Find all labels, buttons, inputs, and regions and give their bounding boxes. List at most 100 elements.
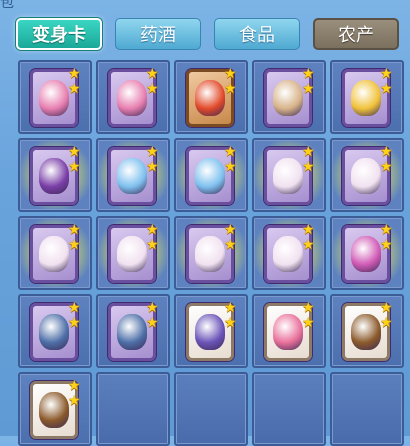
inventory-slot[interactable]: ★ ★ (96, 60, 170, 134)
category-tabs: 变身卡 药酒 食品 农产 (0, 0, 410, 60)
star-icon: ★ (302, 81, 315, 97)
star-icon: ★ (380, 81, 393, 97)
bat-girl-icon (195, 236, 225, 272)
armored-knight-icon (117, 314, 147, 350)
inventory-slot[interactable]: ★ ★ (252, 138, 326, 212)
star-rating: ★ ★ (146, 223, 162, 252)
star-icon: ★ (302, 66, 315, 82)
tab-food[interactable]: 食品 (214, 18, 300, 50)
star-icon: ★ (68, 222, 81, 238)
inventory-slot[interactable]: ★ ★ (18, 138, 92, 212)
inventory-slot[interactable]: ★ ★ (252, 294, 326, 368)
star-rating: ★ ★ (68, 67, 84, 96)
star-icon: ★ (380, 237, 393, 253)
bat-girl-icon (117, 236, 147, 272)
blue-fairy-icon (195, 158, 225, 194)
star-icon: ★ (146, 315, 159, 331)
star-rating: ★ ★ (380, 301, 396, 330)
star-rating: ★ ★ (224, 301, 240, 330)
star-icon: ★ (224, 315, 237, 331)
tab-farm-produce[interactable]: 农产 (313, 18, 399, 50)
brown-bear-icon (39, 392, 69, 428)
star-rating: ★ ★ (224, 67, 240, 96)
star-icon: ★ (224, 144, 237, 160)
witch-icon (39, 158, 69, 194)
pink-witch-icon (351, 236, 381, 272)
star-icon: ★ (380, 222, 393, 238)
inventory-slot[interactable]: ★ ★ (18, 216, 92, 290)
star-icon: ★ (146, 237, 159, 253)
star-icon: ★ (224, 222, 237, 238)
star-icon: ★ (68, 159, 81, 175)
star-icon: ★ (302, 300, 315, 316)
star-rating: ★ ★ (302, 145, 318, 174)
star-rating: ★ ★ (146, 145, 162, 174)
star-icon: ★ (302, 159, 315, 175)
star-icon: ★ (302, 222, 315, 238)
star-rating: ★ ★ (380, 223, 396, 252)
star-icon: ★ (224, 237, 237, 253)
star-icon: ★ (68, 300, 81, 316)
star-icon: ★ (380, 300, 393, 316)
star-icon: ★ (68, 315, 81, 331)
star-icon: ★ (68, 378, 81, 394)
star-rating: ★ ★ (380, 145, 396, 174)
inventory-slot[interactable]: ★ ★ (18, 60, 92, 134)
star-icon: ★ (68, 237, 81, 253)
star-icon: ★ (68, 393, 81, 409)
inventory-slot[interactable]: ★ ★ (252, 216, 326, 290)
tab-medicinal-wine[interactable]: 药酒 (115, 18, 201, 50)
star-rating: ★ ★ (146, 67, 162, 96)
inventory-slot-empty[interactable] (96, 372, 170, 446)
inventory-slot-empty[interactable] (174, 372, 248, 446)
star-rating: ★ ★ (302, 67, 318, 96)
star-rating: ★ ★ (302, 223, 318, 252)
star-icon: ★ (68, 81, 81, 97)
star-icon: ★ (380, 66, 393, 82)
inventory-slot[interactable]: ★ ★ (174, 138, 248, 212)
inventory-slot[interactable]: ★ ★ (18, 294, 92, 368)
star-icon: ★ (302, 144, 315, 160)
inventory-slot[interactable]: ★ ★ (330, 216, 404, 290)
inventory-slot[interactable]: ★ ★ (96, 216, 170, 290)
star-icon: ★ (224, 159, 237, 175)
purple-warrior-icon (195, 314, 225, 350)
bat-girl-icon (351, 158, 381, 194)
inventory-slot[interactable]: ★ ★ (330, 294, 404, 368)
star-rating: ★ ★ (68, 301, 84, 330)
inventory-slot[interactable]: ★ ★ (252, 60, 326, 134)
tab-transformation-cards[interactable]: 变身卡 (16, 18, 102, 50)
star-icon: ★ (146, 144, 159, 160)
inventory-slot-empty[interactable] (330, 372, 404, 446)
star-icon: ★ (146, 66, 159, 82)
fire-beast-icon (195, 80, 225, 116)
inventory-slot[interactable]: ★ ★ (330, 138, 404, 212)
star-icon: ★ (224, 300, 237, 316)
pink-flower-creature-icon (117, 80, 147, 116)
inventory-slot[interactable]: ★ ★ (18, 372, 92, 446)
bat-girl-icon (273, 236, 303, 272)
inventory-slot[interactable]: ★ ★ (96, 138, 170, 212)
inventory-slot[interactable]: ★ ★ (96, 294, 170, 368)
bat-girl-icon (39, 236, 69, 272)
inventory-slot[interactable]: ★ ★ (174, 294, 248, 368)
inventory-slot[interactable]: ★ ★ (174, 60, 248, 134)
pink-girl-icon (273, 314, 303, 350)
star-icon: ★ (302, 237, 315, 253)
star-icon: ★ (224, 66, 237, 82)
star-icon: ★ (224, 81, 237, 97)
inventory-slot[interactable]: ★ ★ (174, 216, 248, 290)
pink-flower-creature-icon (39, 80, 69, 116)
star-icon: ★ (380, 315, 393, 331)
star-rating: ★ ★ (68, 145, 84, 174)
star-rating: ★ ★ (224, 223, 240, 252)
inventory-slot[interactable]: ★ ★ (330, 60, 404, 134)
star-icon: ★ (68, 66, 81, 82)
star-rating: ★ ★ (146, 301, 162, 330)
star-icon: ★ (380, 159, 393, 175)
star-rating: ★ ★ (380, 67, 396, 96)
brown-bear-icon (351, 314, 381, 350)
inventory-slot-empty[interactable] (252, 372, 326, 446)
star-icon: ★ (146, 81, 159, 97)
star-rating: ★ ★ (68, 223, 84, 252)
